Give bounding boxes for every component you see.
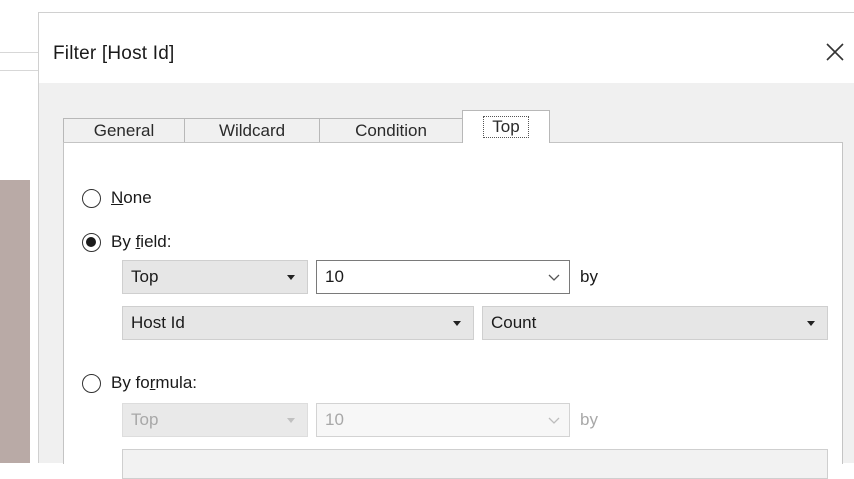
by-field-aggregation-dropdown[interactable]: Count	[482, 306, 828, 340]
none-label: None	[111, 188, 152, 207]
chevron-down-icon	[548, 417, 560, 424]
dropdown-arrow-icon	[807, 321, 815, 326]
background-divider	[0, 52, 38, 53]
by-label: by	[580, 410, 598, 429]
dropdown-value: Count	[491, 313, 537, 332]
dropdown-value: Host Id	[131, 313, 185, 332]
dropdown-arrow-icon	[287, 275, 295, 280]
tab-label: General	[93, 120, 155, 140]
background-divider	[0, 70, 38, 71]
combobox-value: 10	[325, 410, 344, 429]
tab-label: Wildcard	[218, 120, 286, 140]
dropdown-value: Top	[131, 267, 159, 286]
tab-general[interactable]: General	[63, 118, 185, 142]
dropdown-arrow-icon	[287, 418, 295, 423]
dialog-title: Filter [Host Id]	[53, 43, 175, 64]
dropdown-arrow-icon	[453, 321, 461, 326]
close-button[interactable]	[818, 35, 852, 69]
tab-top[interactable]: Top	[462, 110, 550, 143]
dialog-titlebar: Filter [Host Id]	[39, 13, 854, 83]
by-field-direction-dropdown[interactable]: Top	[122, 260, 308, 294]
option-none[interactable]: None	[82, 188, 152, 208]
by-field-radio[interactable]	[82, 232, 101, 252]
dropdown-value: Top	[131, 410, 159, 429]
top-tab-panel: None By field: Top 10 by Host Id Count B…	[63, 142, 843, 479]
by-field-label: By field:	[111, 232, 172, 251]
option-by-field[interactable]: By field:	[82, 232, 171, 252]
by-formula-radio[interactable]	[82, 373, 101, 393]
by-field-count-combobox[interactable]: 10	[316, 260, 570, 294]
by-formula-direction-dropdown: Top	[122, 403, 308, 437]
by-formula-label: By formula:	[111, 373, 197, 392]
chevron-down-icon	[548, 274, 560, 281]
none-radio[interactable]	[82, 188, 101, 208]
option-by-formula[interactable]: By formula:	[82, 373, 197, 393]
close-icon	[826, 43, 844, 61]
tab-label: Condition	[355, 120, 427, 140]
by-field-field-dropdown[interactable]: Host Id	[122, 306, 474, 340]
background-panel	[0, 180, 30, 463]
by-formula-count-combobox: 10	[316, 403, 570, 437]
by-label: by	[580, 267, 598, 286]
tab-condition[interactable]: Condition	[319, 118, 463, 142]
combobox-value: 10	[325, 267, 344, 286]
tab-label: Top	[483, 116, 529, 138]
filter-dialog: Filter [Host Id] General Wildcard Condit…	[38, 12, 854, 479]
formula-input	[122, 449, 828, 479]
tab-wildcard[interactable]: Wildcard	[184, 118, 320, 142]
background-app	[0, 0, 38, 463]
